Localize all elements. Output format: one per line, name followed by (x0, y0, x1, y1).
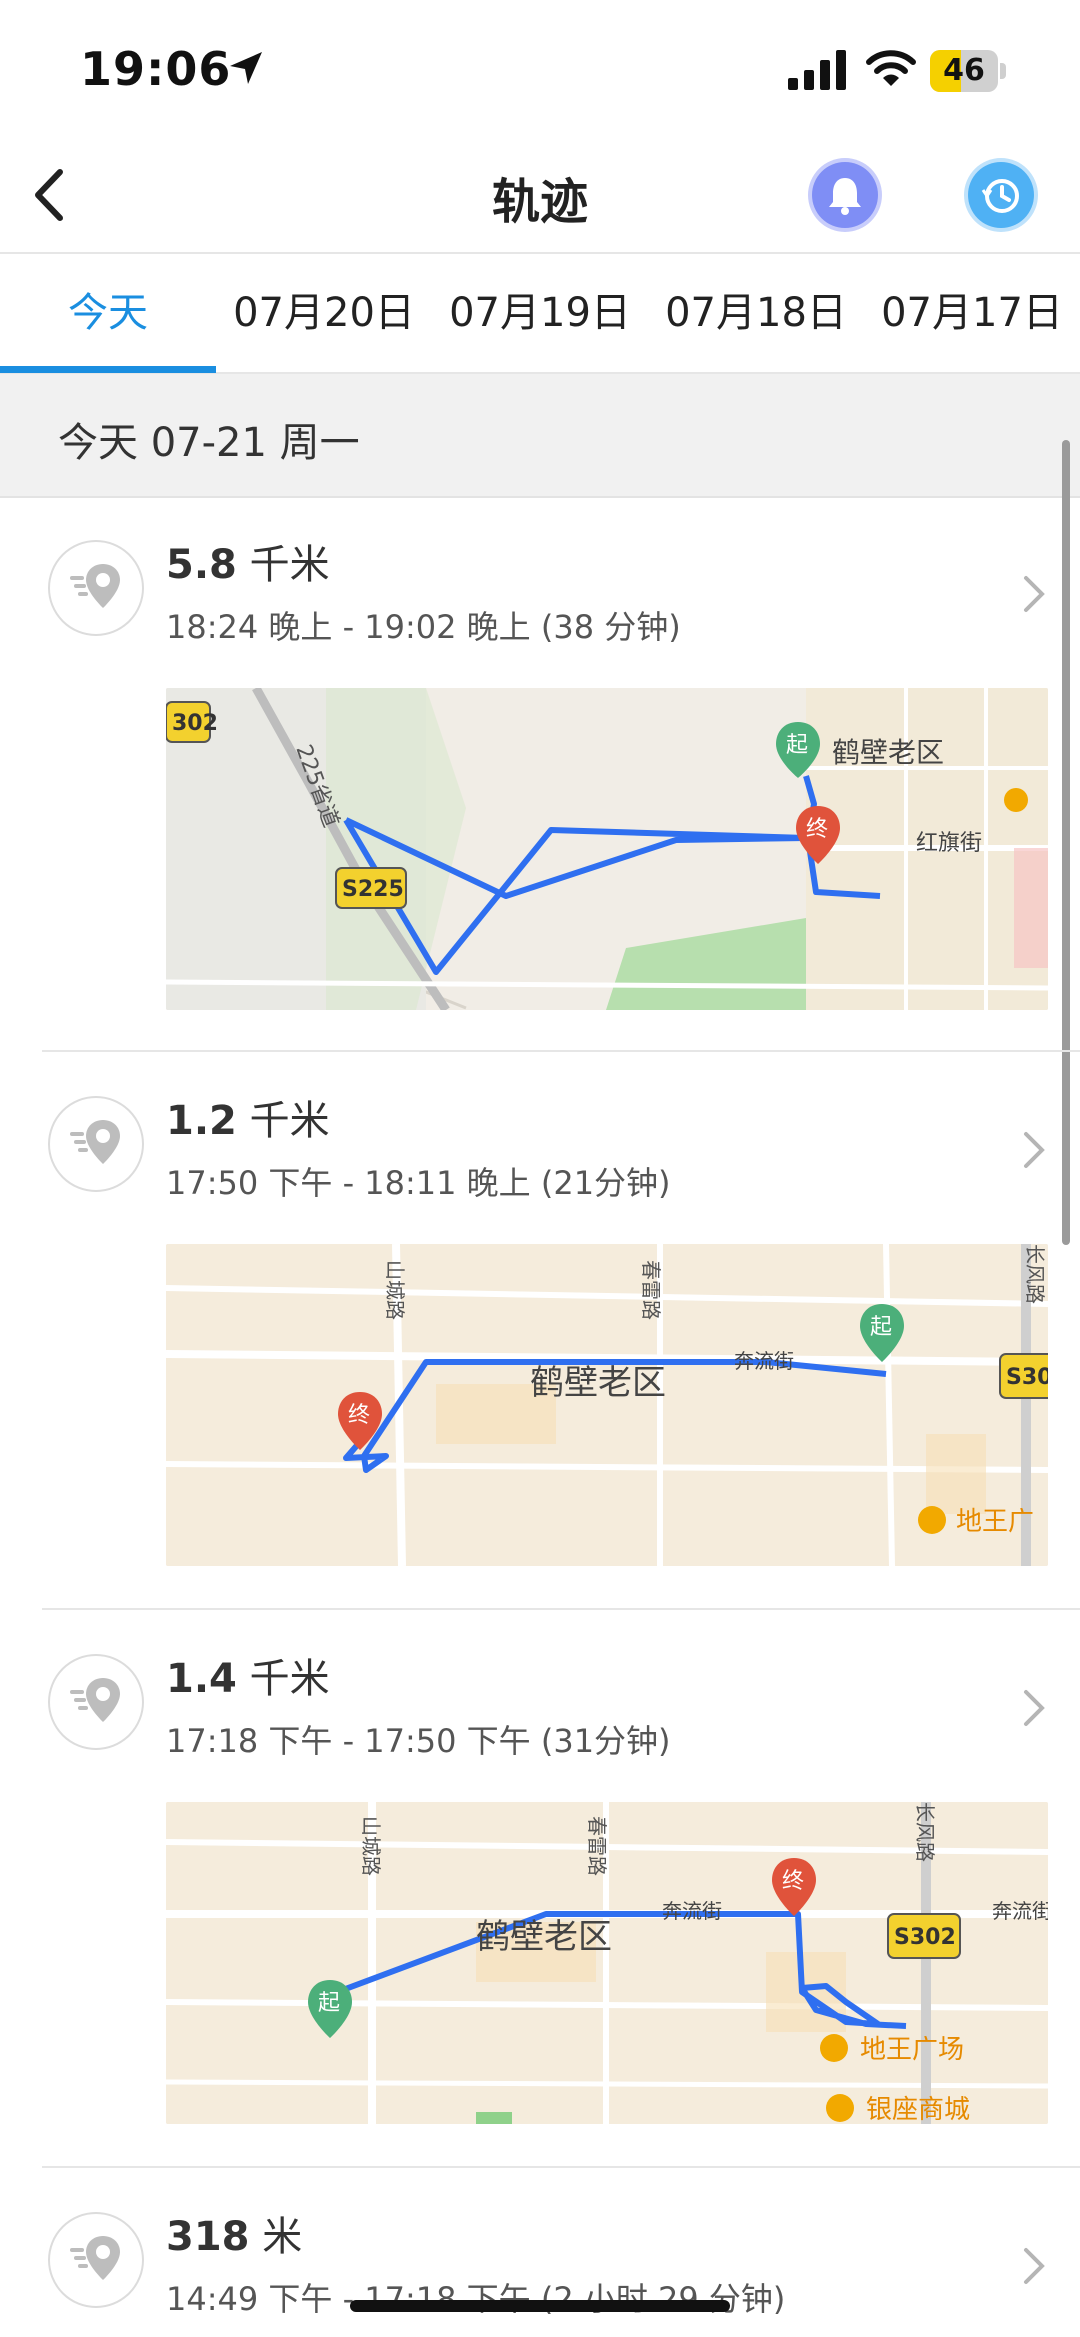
distance-unit: 千米 (249, 1656, 330, 1702)
battery-indicator: 46 (930, 50, 1006, 92)
trip-icon (48, 2212, 144, 2308)
trip-item[interactable]: 1.2 千米 17:50 下午 - 18:11 晚上 (21分钟) 山城路 春雷… (0, 1052, 1080, 1610)
active-tab-indicator (0, 366, 216, 373)
battery-level: 46 (943, 53, 985, 88)
location-arrow-icon (230, 52, 262, 84)
page-title: 轨迹 (491, 174, 588, 230)
distance-value: 1.2 (166, 1098, 237, 1144)
svg-text:奔流街: 奔流街 (662, 1899, 722, 1923)
trip-time-range: 17:50 下午 - 18:11 晚上 (21分钟) (166, 1164, 671, 1202)
route-pin-icon (70, 564, 120, 608)
tab-today[interactable]: 今天 (0, 254, 216, 372)
svg-text:奔流街: 奔流街 (734, 1349, 794, 1373)
tab-0720[interactable]: 07月20日 (216, 254, 432, 372)
route-pin-icon (70, 1678, 120, 1722)
chevron-right-icon (1024, 2248, 1045, 2284)
svg-text:山城路: 山城路 (383, 1260, 407, 1320)
date-tabs: 今天 07月20日 07月19日 07月18日 07月17日 (0, 254, 1080, 374)
trip-time-range: 18:24 晚上 - 19:02 晚上 (38 分钟) (166, 608, 681, 646)
svg-text:银座商城: 银座商城 (866, 2095, 970, 2124)
date-label: 今天 07-21 周一 (58, 420, 360, 466)
trip-map[interactable]: 302 225省道 S225 鹤壁老区 红旗街 起 终 (166, 688, 1048, 1010)
trip-distance: 1.4 千米 (166, 1646, 330, 1704)
route-pin-icon (70, 1120, 120, 1164)
wifi-icon (866, 50, 916, 86)
trip-time-range: 17:18 下午 - 17:50 下午 (31分钟) (166, 1722, 671, 1760)
svg-text:山城路: 山城路 (359, 1816, 383, 1876)
route-pin-icon (70, 2236, 120, 2280)
distance-value: 5.8 (166, 542, 237, 588)
svg-text:S225: S225 (342, 877, 404, 902)
chevron-right-icon (1024, 576, 1045, 612)
svg-text:S30: S30 (1006, 1365, 1048, 1390)
svg-text:终: 终 (782, 1869, 804, 1894)
history-button[interactable] (968, 162, 1034, 228)
svg-text:S302: S302 (894, 1925, 956, 1950)
trip-icon (48, 1096, 144, 1192)
distance-unit: 千米 (249, 542, 330, 588)
chevron-right-icon (1024, 1690, 1045, 1726)
bell-button[interactable] (812, 162, 878, 228)
home-indicator[interactable] (350, 2300, 730, 2312)
status-bar: 19:06 46 (0, 0, 1080, 140)
svg-text:长风路: 长风路 (913, 1802, 937, 1862)
tab-0718[interactable]: 07月18日 (648, 254, 864, 372)
distance-value: 318 (166, 2214, 250, 2260)
tab-0719[interactable]: 07月19日 (432, 254, 648, 372)
trip-item[interactable]: 5.8 千米 18:24 晚上 - 19:02 晚上 (38 分钟) 302 2… (0, 496, 1080, 1052)
svg-text:起: 起 (870, 1315, 892, 1340)
svg-text:鹤壁老区: 鹤壁老区 (530, 1363, 666, 1403)
trip-map[interactable]: 山城路 春雷路 长风路 鹤壁老区 奔流街 S30 地王广 起 终 (166, 1244, 1048, 1566)
svg-text:302: 302 (172, 711, 218, 736)
trip-distance: 318 米 (166, 2204, 302, 2262)
svg-text:地王广: 地王广 (956, 1507, 1034, 1537)
svg-text:终: 终 (348, 1403, 370, 1428)
svg-text:起: 起 (318, 1991, 340, 2016)
tab-0717[interactable]: 07月17日 (864, 254, 1080, 372)
trip-distance: 1.2 千米 (166, 1088, 330, 1146)
svg-text:鹤壁老区: 鹤壁老区 (832, 736, 944, 769)
distance-unit: 千米 (249, 1098, 330, 1144)
svg-text:起: 起 (786, 733, 808, 758)
status-time: 19:06 (80, 42, 232, 96)
trip-map[interactable]: 山城路 春雷路 长风路 鹤壁老区 奔流街 奔流街 S302 地王广场 银座商城 … (166, 1802, 1048, 2124)
svg-text:终: 终 (806, 817, 828, 842)
cellular-signal-icon (788, 50, 846, 90)
svg-text:红旗街: 红旗街 (916, 831, 982, 856)
svg-text:春雷路: 春雷路 (585, 1816, 609, 1876)
svg-text:地王广场: 地王广场 (860, 2035, 964, 2065)
distance-unit: 米 (262, 2214, 303, 2260)
bell-icon (829, 178, 861, 215)
svg-text:长风路: 长风路 (1023, 1244, 1047, 1304)
distance-value: 1.4 (166, 1656, 237, 1702)
date-section-header: 今天 07-21 周一 (0, 374, 1080, 498)
trip-item[interactable]: 1.4 千米 17:18 下午 - 17:50 下午 (31分钟) 山城路 春雷… (0, 1610, 1080, 2168)
nav-header: 轨迹 (0, 140, 1080, 254)
trip-distance: 5.8 千米 (166, 532, 330, 590)
trip-icon (48, 1654, 144, 1750)
svg-text:奔流街: 奔流街 (992, 1899, 1048, 1923)
trip-icon (48, 540, 144, 636)
trip-time-range: 14:49 下午 - 17:18 下午 (2 小时 29 分钟) (166, 2280, 786, 2318)
svg-text:春雷路: 春雷路 (639, 1260, 663, 1320)
svg-text:鹤壁老区: 鹤壁老区 (476, 1917, 612, 1957)
chevron-right-icon (1024, 1132, 1045, 1168)
history-icon (981, 179, 1019, 213)
